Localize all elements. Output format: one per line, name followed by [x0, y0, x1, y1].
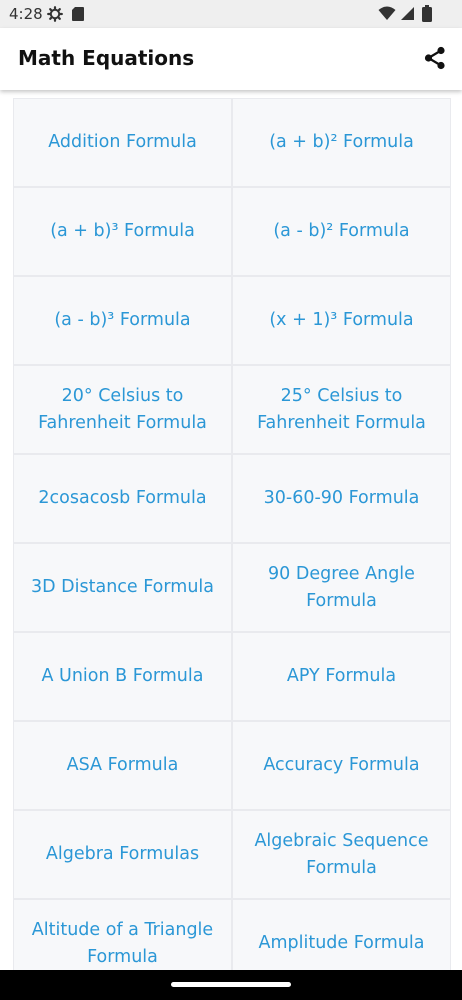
home-gesture-handle[interactable] [171, 982, 291, 987]
status-bar: 4:28 [0, 0, 462, 28]
formula-item[interactable]: Algebraic Sequence Formula [233, 811, 450, 898]
formula-item[interactable]: 25° Celsius to Fahrenheit Formula [233, 366, 450, 453]
formula-item[interactable]: ASA Formula [14, 722, 231, 809]
formula-item[interactable]: A Union B Formula [14, 633, 231, 720]
gear-icon [47, 6, 63, 22]
navigation-bar [0, 970, 462, 1000]
formula-item[interactable]: (a + b)³ Formula [14, 188, 231, 275]
page-title: Math Equations [18, 46, 195, 70]
formula-item[interactable]: 20° Celsius to Fahrenheit Formula [14, 366, 231, 453]
formula-item[interactable]: (a + b)² Formula [233, 99, 450, 186]
formula-item[interactable]: (x + 1)³ Formula [233, 277, 450, 364]
formula-item[interactable]: Amplitude Formula [233, 900, 450, 970]
share-button[interactable] [422, 45, 448, 71]
formula-item[interactable]: 30-60-90 Formula [233, 455, 450, 542]
formula-item[interactable]: Altitude of a Triangle Formula [14, 900, 231, 970]
formula-item[interactable]: Algebra Formulas [14, 811, 231, 898]
formula-grid: Addition Formula (a + b)² Formula (a + b… [13, 98, 451, 970]
formula-item[interactable]: (a - b)³ Formula [14, 277, 231, 364]
formula-item[interactable]: (a - b)² Formula [233, 188, 450, 275]
formula-item[interactable]: Accuracy Formula [233, 722, 450, 809]
formula-item[interactable]: 3D Distance Formula [14, 544, 231, 631]
status-time: 4:28 [9, 5, 43, 23]
app-bar: Math Equations [0, 28, 462, 90]
signal-icon [401, 7, 414, 20]
formula-item[interactable]: 90 Degree Angle Formula [233, 544, 450, 631]
share-icon [424, 46, 445, 70]
formula-item[interactable]: APY Formula [233, 633, 450, 720]
sd-card-icon [72, 7, 84, 21]
wifi-icon [378, 6, 396, 20]
formula-item[interactable]: Addition Formula [14, 99, 231, 186]
battery-icon [422, 5, 432, 22]
formula-list[interactable]: Addition Formula (a + b)² Formula (a + b… [0, 90, 462, 970]
formula-item[interactable]: 2cosacosb Formula [14, 455, 231, 542]
